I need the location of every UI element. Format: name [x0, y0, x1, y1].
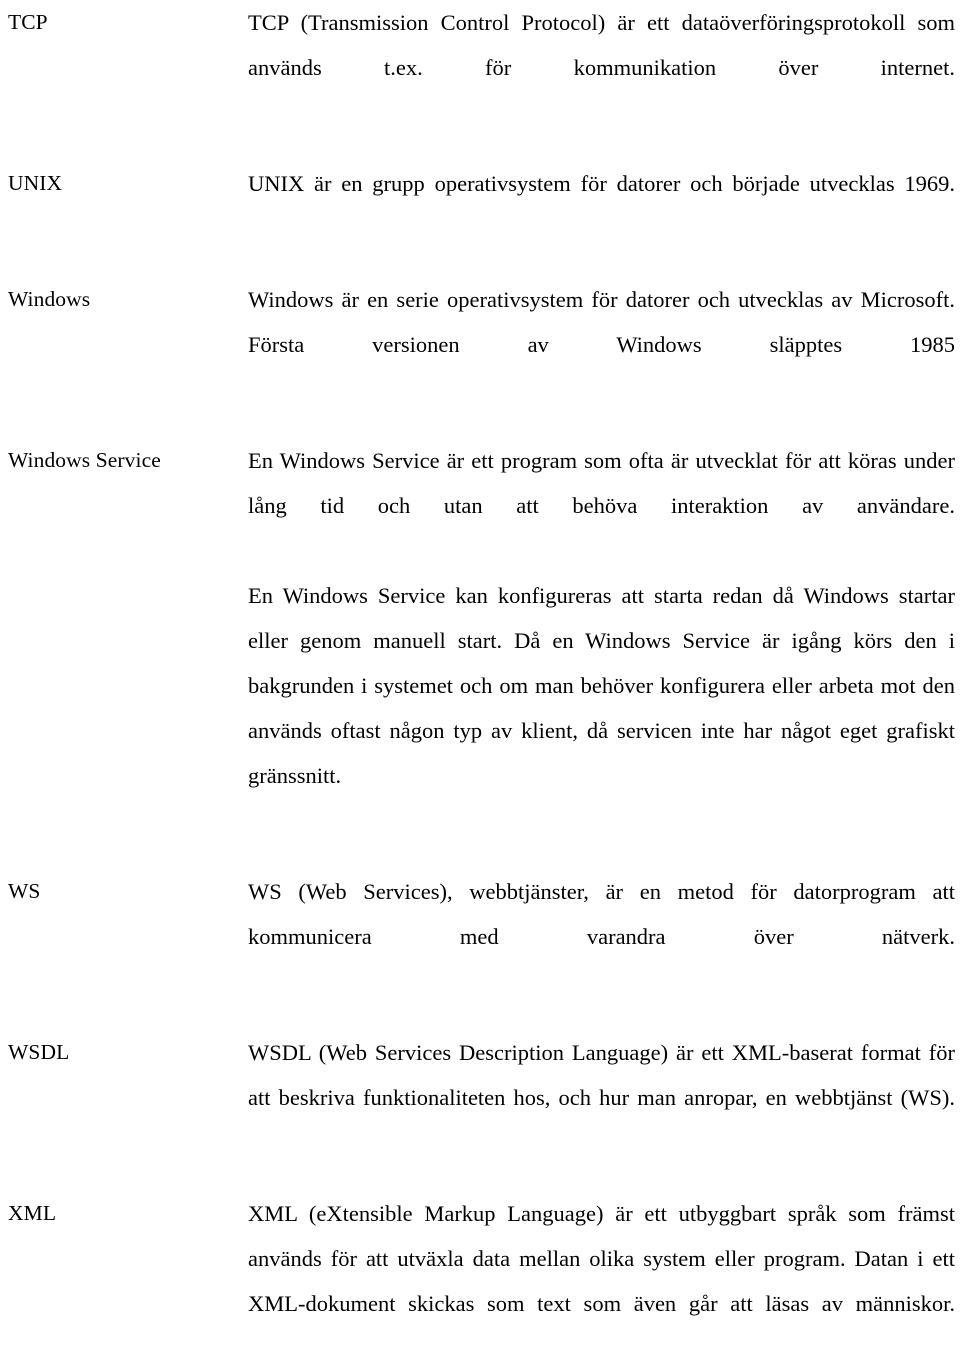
definition-paragraph: XML (eXtensible Markup Language) är ett … [248, 1201, 955, 1316]
definition-paragraph: WSDL (Web Services Description Language)… [248, 1040, 955, 1110]
glossary-entry-tcp: TCP TCP (Transmission Control Protocol) … [0, 0, 960, 135]
glossary-term-xml: XML [8, 1201, 57, 1225]
glossary-definition-unix: UNIX är en grupp operativsystem för dato… [248, 161, 955, 251]
glossary-entry-xml: XML XML (eXtensible Markup Language) är … [0, 1191, 960, 1371]
definition-paragraph: En Windows Service kan konfigureras att … [248, 583, 955, 788]
glossary-entry-windows: Windows Windows är en serie operativsyst… [0, 277, 960, 412]
glossary-definition-windows-service: En Windows Service är ett program som of… [248, 438, 955, 843]
definition-paragraph: Windows är en serie operativsystem för d… [248, 287, 955, 357]
definition-paragraph: En Windows Service är ett program som of… [248, 448, 955, 518]
glossary-term-wsdl: WSDL [8, 1040, 70, 1064]
glossary-definition-wsdl: WSDL (Web Services Description Language)… [248, 1030, 955, 1165]
glossary-term-windows: Windows [8, 287, 91, 311]
glossary-definition-windows: Windows är en serie operativsystem för d… [248, 277, 955, 412]
glossary-list: TCP TCP (Transmission Control Protocol) … [0, 0, 960, 1371]
definition-paragraph: UNIX är en grupp operativsystem för dato… [248, 171, 955, 196]
definition-paragraph: TCP (Transmission Control Protocol) är e… [248, 10, 955, 80]
glossary-term-windows-service: Windows Service [8, 448, 161, 472]
glossary-term-unix: UNIX [8, 171, 63, 195]
document-page: TCP TCP (Transmission Control Protocol) … [0, 0, 960, 1316]
glossary-entry-unix: UNIX UNIX är en grupp operativsystem för… [0, 161, 960, 251]
glossary-entry-windows-service: Windows Service En Windows Service är et… [0, 438, 960, 843]
glossary-definition-xml: XML (eXtensible Markup Language) är ett … [248, 1191, 955, 1371]
glossary-definition-tcp: TCP (Transmission Control Protocol) är e… [248, 0, 955, 135]
glossary-term-tcp: TCP [8, 10, 48, 34]
definition-paragraph: WS (Web Services), webbtjänster, är en m… [248, 879, 955, 949]
glossary-entry-wsdl: WSDL WSDL (Web Services Description Lang… [0, 1030, 960, 1165]
glossary-entry-ws: WS WS (Web Services), webbtjänster, är e… [0, 869, 960, 1004]
glossary-term-ws: WS [8, 879, 41, 903]
glossary-definition-ws: WS (Web Services), webbtjänster, är en m… [248, 869, 955, 1004]
